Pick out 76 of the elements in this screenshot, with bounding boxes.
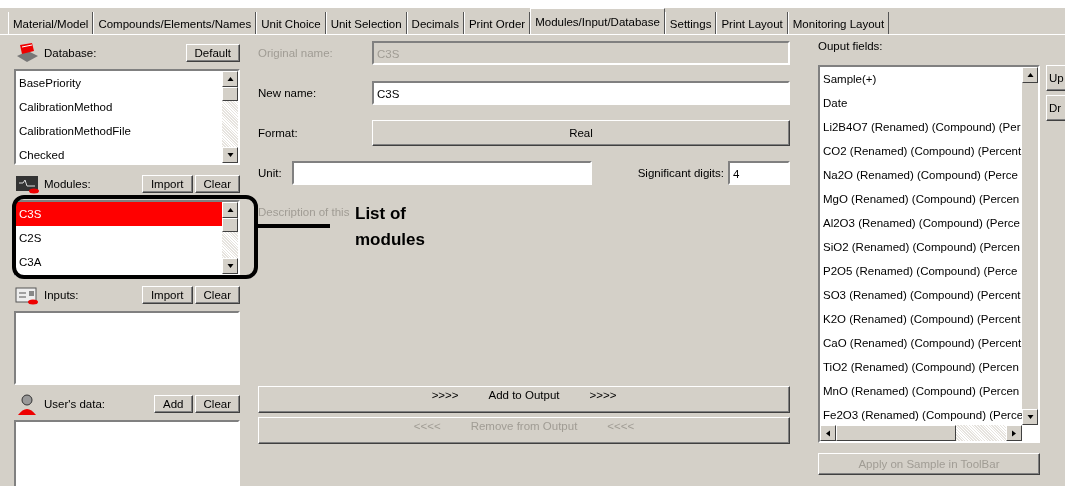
- list-item[interactable]: CalibrationMethodFile: [16, 119, 222, 143]
- input-field[interactable]: C3S: [372, 81, 790, 105]
- panel-label: Inputs:: [44, 289, 79, 301]
- list-item[interactable]: P2O5 (Renamed) (Compound) (Perce: [820, 259, 1022, 283]
- list-item[interactable]: CO2 (Renamed) (Compound) (Percent: [820, 139, 1022, 163]
- scroll-thumb[interactable]: [836, 425, 956, 441]
- side-button[interactable]: Up: [1046, 65, 1065, 91]
- scrollbar[interactable]: [820, 425, 1022, 441]
- input-field[interactable]: [292, 161, 592, 185]
- input-field[interactable]: 4: [728, 161, 790, 185]
- down-arrow-icon[interactable]: [1026, 415, 1034, 419]
- action-button[interactable]: >>>> Add to Output >>>>: [258, 386, 790, 413]
- list-box[interactable]: C3S C2S C3A: [14, 200, 240, 276]
- field-label: Format:: [258, 127, 299, 139]
- down-arrow-icon[interactable]: [226, 153, 234, 157]
- format-button[interactable]: Real: [372, 120, 790, 146]
- list-item[interactable]: BasePriority: [16, 71, 222, 95]
- tab[interactable]: Settings: [664, 12, 717, 34]
- panel-button[interactable]: Clear: [194, 175, 240, 193]
- tab[interactable]: Decimals: [406, 12, 464, 34]
- list-item[interactable]: TiO2 (Renamed) (Compound) (Percen: [820, 355, 1022, 379]
- list-item[interactable]: CalibrationMethod: [16, 95, 222, 119]
- panel-label: Database:: [44, 47, 97, 59]
- panel-button[interactable]: Clear: [194, 286, 240, 304]
- panel-button[interactable]: Add: [154, 395, 193, 413]
- list-item[interactable]: Fe2O3 (Renamed) (Compound) (Perce: [820, 403, 1022, 425]
- list-item[interactable]: CaO (Renamed) (Compound) (Percent: [820, 331, 1022, 355]
- list-item[interactable]: Na2O (Renamed) (Compound) (Perce: [820, 163, 1022, 187]
- panel-label: User's data:: [44, 398, 105, 410]
- panel-button[interactable]: Import: [141, 286, 193, 304]
- callout-label: List of modules: [355, 203, 426, 251]
- tab[interactable]: Print Layout: [716, 12, 788, 34]
- up-arrow-icon[interactable]: [226, 208, 234, 212]
- up-arrow-icon[interactable]: [1026, 73, 1034, 77]
- panel-button[interactable]: Default: [185, 44, 240, 62]
- list-item[interactable]: SO3 (Renamed) (Compound) (Percent: [820, 283, 1022, 307]
- output-fields-label: Ouput fields:: [818, 40, 884, 54]
- list-item[interactable]: K2O (Renamed) (Compound) (Percent: [820, 307, 1022, 331]
- list-item[interactable]: C2S: [16, 226, 222, 250]
- list-item[interactable]: MnO (Renamed) (Compound) (Percen: [820, 379, 1022, 403]
- tab[interactable]: Unit Selection: [325, 12, 407, 34]
- form-icon: [14, 284, 40, 306]
- tab[interactable]: Material/Model: [8, 12, 94, 34]
- scroll-thumb[interactable]: [222, 218, 238, 232]
- list-item[interactable]: C3A: [16, 250, 222, 274]
- field-label: Unit:: [258, 167, 283, 179]
- down-arrow-icon[interactable]: [226, 264, 234, 268]
- side-button[interactable]: Dr: [1046, 95, 1065, 121]
- scroll-thumb[interactable]: [222, 87, 238, 101]
- list-item[interactable]: Li2B4O7 (Renamed) (Compound) (Per: [820, 115, 1022, 139]
- scrollbar[interactable]: [222, 71, 238, 163]
- list-box[interactable]: [818, 65, 1040, 443]
- scrollbar[interactable]: [222, 202, 238, 274]
- list-item[interactable]: C3S: [16, 202, 222, 226]
- tab[interactable]: Monitoring Layout: [787, 12, 890, 34]
- list-box[interactable]: BasePriority CalibrationMethod CalibrationMethodFile Checked: [14, 69, 240, 165]
- scrollbar[interactable]: [1022, 67, 1038, 425]
- list-item[interactable]: Checked: [16, 143, 222, 163]
- up-arrow-icon[interactable]: [226, 77, 234, 81]
- list-item[interactable]: Date: [820, 91, 1022, 115]
- field-label: Significant digits:: [637, 167, 724, 179]
- panel-label: Modules:: [44, 178, 91, 190]
- tab[interactable]: Compounds/Elements/Names: [93, 12, 257, 34]
- list-item[interactable]: SiO2 (Renamed) (Compound) (Percen: [820, 235, 1022, 259]
- field-label: New name:: [258, 87, 318, 99]
- right-arrow-icon[interactable]: [1012, 429, 1016, 437]
- panel-button[interactable]: Import: [141, 175, 193, 193]
- panel-button[interactable]: Clear: [194, 395, 240, 413]
- tab[interactable]: Modules/Input/Database: [530, 8, 665, 34]
- left-arrow-icon[interactable]: [826, 429, 830, 437]
- tab[interactable]: Print Order: [463, 12, 531, 34]
- list-item[interactable]: MgO (Renamed) (Compound) (Percen: [820, 187, 1022, 211]
- monitor-icon: [14, 173, 40, 195]
- list-item[interactable]: Sample(+): [820, 67, 1022, 91]
- list-item[interactable]: Al2O3 (Renamed) (Compound) (Perce: [820, 211, 1022, 235]
- tab[interactable]: Unit Choice: [256, 12, 326, 34]
